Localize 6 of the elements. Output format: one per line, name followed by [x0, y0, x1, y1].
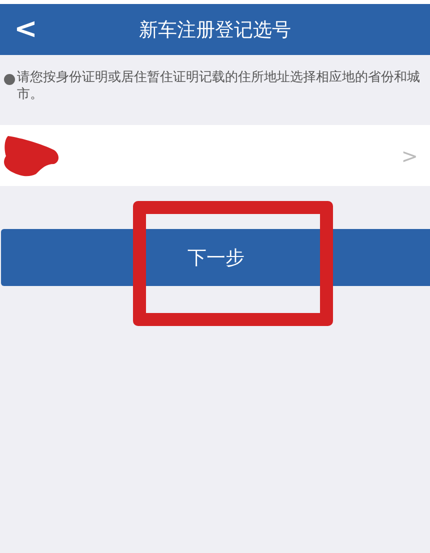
back-button[interactable]: < [10, 12, 42, 46]
redaction-mark [2, 134, 60, 178]
bullet-icon [4, 74, 15, 85]
next-button[interactable]: 下一步 [1, 229, 430, 286]
notice-text: 请您按身份证明或居住暂住证明记载的住所地址选择相应地的省份和城市。 [17, 69, 421, 104]
page-title: 新车注册登记选号 [139, 18, 291, 42]
